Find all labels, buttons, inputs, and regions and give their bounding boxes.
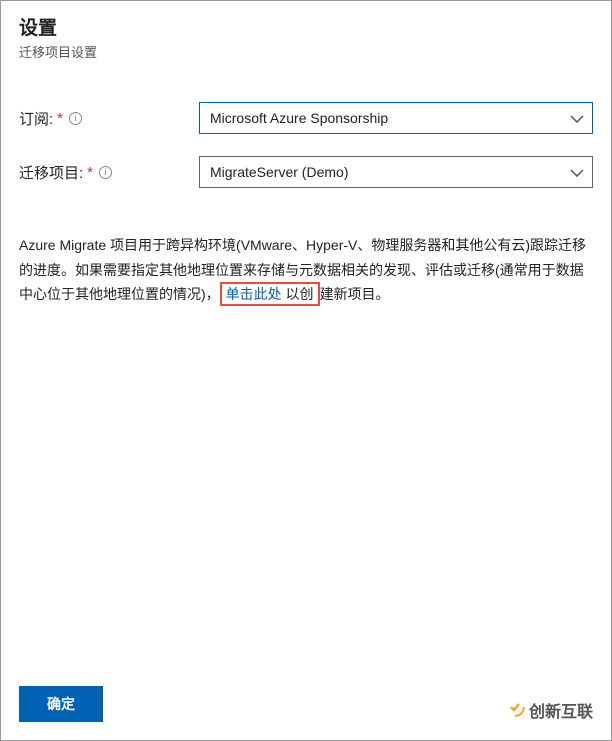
- project-row: 迁移项目: * i MigrateServer (Demo): [19, 156, 593, 188]
- subscription-label-group: 订阅: * i: [19, 108, 199, 129]
- watermark: 创新互联: [505, 697, 593, 722]
- watermark-text: 创新互联: [529, 698, 593, 722]
- required-asterisk: *: [57, 110, 63, 127]
- chevron-down-icon: [570, 164, 584, 180]
- panel-title: 设置: [19, 13, 593, 40]
- project-value: MigrateServer (Demo): [210, 164, 348, 180]
- subscription-value: Microsoft Azure Sponsorship: [210, 110, 388, 126]
- subscription-label: 订阅:: [19, 108, 53, 129]
- description-part2-remainder: 建新项目。: [320, 286, 390, 302]
- description-text: Azure Migrate 项目用于跨异构环境(VMware、Hyper-V、物…: [19, 233, 593, 307]
- subscription-row: 订阅: * i Microsoft Azure Sponsorship: [19, 102, 593, 134]
- project-dropdown[interactable]: MigrateServer (Demo): [199, 156, 593, 188]
- create-project-link[interactable]: 单击此处: [226, 286, 282, 302]
- panel-header: 设置 迁移项目设置: [1, 1, 611, 72]
- project-label-group: 迁移项目: * i: [19, 162, 199, 183]
- chevron-down-icon: [570, 110, 584, 126]
- ok-button[interactable]: 确定: [19, 686, 103, 722]
- watermark-logo-icon: [505, 697, 525, 722]
- info-icon[interactable]: i: [99, 166, 112, 179]
- subscription-dropdown[interactable]: Microsoft Azure Sponsorship: [199, 102, 593, 134]
- panel-footer: 确定: [19, 686, 103, 722]
- panel-subtitle: 迁移项目设置: [19, 42, 593, 61]
- project-label: 迁移项目:: [19, 162, 83, 183]
- panel-content: 订阅: * i Microsoft Azure Sponsorship 迁移项目…: [1, 72, 611, 307]
- description-part2-inbox: 以创: [282, 286, 314, 302]
- required-asterisk: *: [87, 164, 93, 181]
- highlight-box: 单击此处 以创: [220, 282, 320, 306]
- info-icon[interactable]: i: [69, 112, 82, 125]
